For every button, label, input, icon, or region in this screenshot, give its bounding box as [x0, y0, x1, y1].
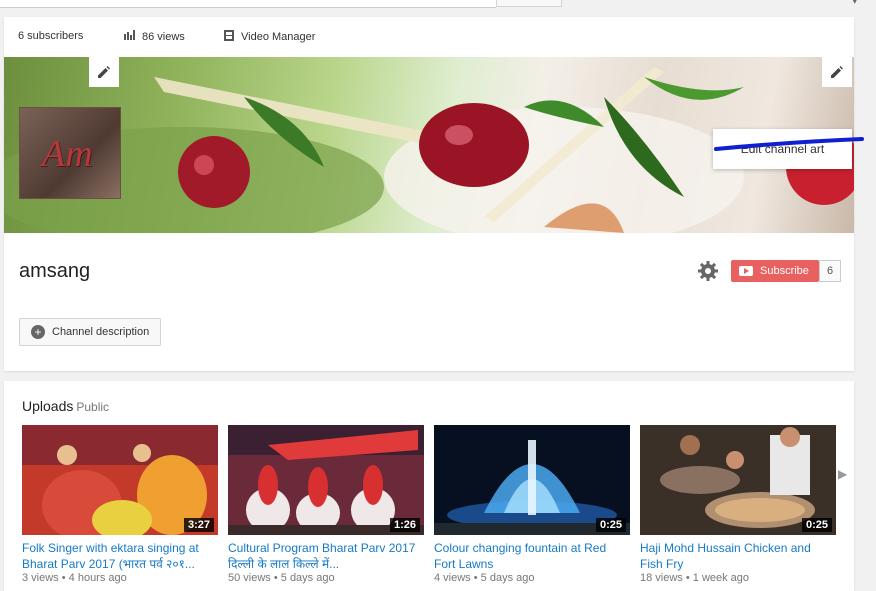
video-title[interactable]: Cultural Program Bharat Parv 2017 दिल्ली… [228, 540, 424, 572]
video-age: 1 week ago [692, 572, 750, 584]
video-title[interactable]: Haji Mohd Hussain Chicken and Fish Fry [640, 540, 836, 572]
video-views: 50 views [228, 572, 271, 584]
plus-circle-icon: + [31, 325, 45, 339]
video-age: 4 hours ago [68, 572, 127, 584]
uploads-title[interactable]: Uploads [22, 398, 73, 414]
video-manager-link[interactable]: Video Manager [224, 30, 315, 44]
channel-description-button[interactable]: + Channel description [19, 318, 161, 346]
video-title[interactable]: Folk Singer with ektara singing at Bhara… [22, 540, 218, 572]
subscribers-count: 6 subscribers [18, 30, 84, 42]
video-card[interactable]: 0:25 Colour changing fountain at Red For… [434, 425, 630, 584]
video-meta: 18 views • 1 week ago [640, 572, 750, 584]
video-thumbnail[interactable]: 3:27 [22, 425, 218, 535]
video-title[interactable]: Colour changing fountain at Red Fort Law… [434, 540, 630, 572]
channel-title: amsang [19, 260, 91, 282]
video-duration: 1:26 [389, 518, 420, 532]
bar-chart-icon [124, 30, 135, 43]
subscriber-count-badge: 6 [819, 260, 841, 282]
uploads-section: Uploads Public 3:27 Folk Singer with ekta… [4, 381, 854, 591]
video-views: 18 views [640, 572, 683, 584]
pencil-icon [98, 66, 110, 78]
uploads-visibility: Public [76, 400, 110, 414]
chevron-right-icon[interactable]: ▶ [838, 467, 847, 481]
video-views: 3 views [22, 572, 59, 584]
video-card[interactable]: 1:26 Cultural Program Bharat Parv 2017 द… [228, 425, 424, 584]
video-manager-icon [224, 30, 234, 44]
video-thumbnail[interactable]: 0:25 [640, 425, 836, 535]
video-duration: 0:25 [595, 518, 626, 532]
search-button-edge[interactable] [496, 0, 562, 7]
uploads-header: Uploads Public [22, 398, 109, 416]
pencil-icon [831, 66, 843, 78]
video-thumbnail[interactable]: 0:25 [434, 425, 630, 535]
edit-avatar-button[interactable] [89, 57, 119, 87]
youtube-logo-icon [739, 266, 753, 276]
video-manager-label: Video Manager [241, 31, 316, 43]
search-field-edge[interactable] [0, 0, 496, 8]
edit-channel-art-menu-item[interactable]: Edit channel art [713, 129, 852, 169]
video-age: 5 days ago [280, 572, 335, 584]
video-card[interactable]: 3:27 Folk Singer with ektara singing at … [22, 425, 218, 584]
video-age: 5 days ago [480, 572, 535, 584]
video-views: 4 views [434, 572, 471, 584]
video-duration: 0:25 [801, 518, 832, 532]
video-duration: 3:27 [183, 518, 214, 532]
video-meta: 50 views • 5 days ago [228, 572, 335, 584]
video-meta: 4 views • 5 days ago [434, 572, 535, 584]
top-strip: ▾ [0, 0, 876, 8]
video-meta: 3 views • 4 hours ago [22, 572, 127, 584]
subscribers-stat: 6 subscribers [18, 30, 83, 42]
gear-icon[interactable] [697, 260, 719, 282]
channel-stats-bar: 6 subscribers 86 views Video Manager [4, 17, 854, 58]
channel-avatar[interactable]: Am [19, 107, 121, 199]
video-thumbnail[interactable]: 1:26 [228, 425, 424, 535]
views-count: 86 views [142, 30, 185, 43]
subscribe-button[interactable]: Subscribe [731, 260, 819, 282]
channel-description-label: Channel description [52, 326, 150, 338]
edit-banner-button[interactable] [822, 57, 852, 87]
chevron-down-icon[interactable]: ▾ [852, 0, 858, 7]
avatar-monogram: Am [42, 133, 93, 175]
channel-banner: Am Edit channel art [4, 57, 854, 233]
subscribe-label: Subscribe [760, 265, 809, 277]
video-card[interactable]: 0:25 Haji Mohd Hussain Chicken and Fish … [640, 425, 836, 584]
views-stat: 86 views [124, 30, 185, 43]
channel-header-card: 6 subscribers 86 views Video Manager Am … [4, 17, 854, 371]
